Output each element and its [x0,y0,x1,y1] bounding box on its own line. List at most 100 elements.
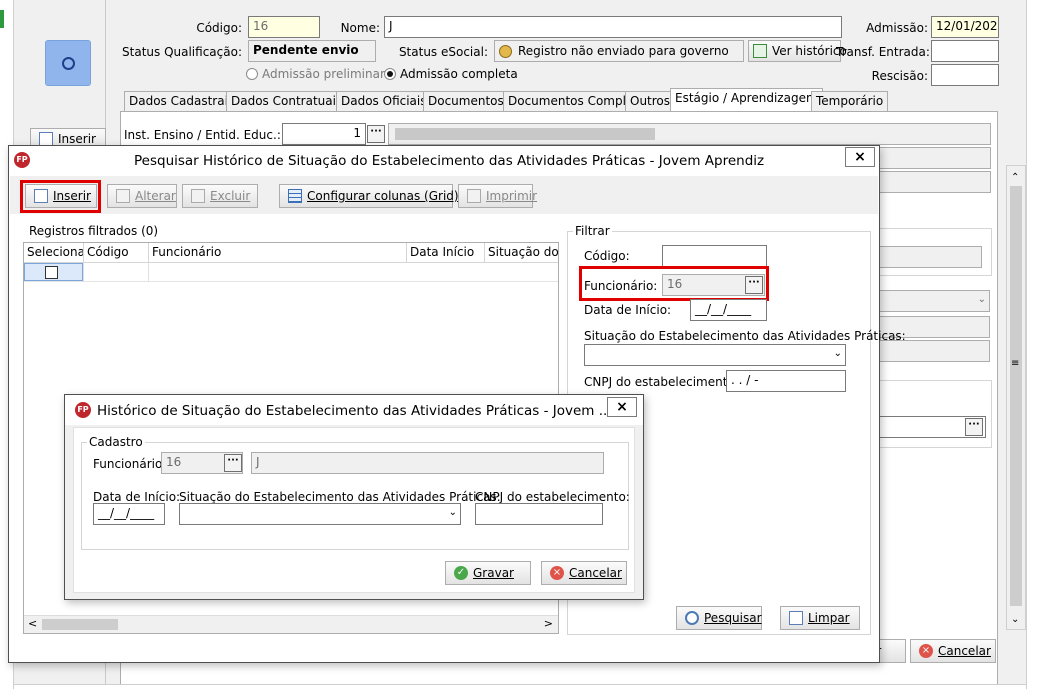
tab-temporario[interactable]: Temporário [811,91,889,111]
inst-ensino-code-field[interactable]: 1 [282,123,366,145]
grid-header: Selecionar Código Funcionário Data Iníci… [24,243,558,263]
grid-columns-icon [288,189,302,203]
filter-funcionario-lookup-button[interactable]: ··· [745,276,763,294]
tab-dados-oficiais[interactable]: Dados Oficiais [336,91,432,111]
hscroll-thumb[interactable] [42,619,118,630]
cadastro-title: Cadastro [87,435,145,449]
configurar-colunas-button[interactable]: Configurar colunas (Grid) [279,184,459,208]
cancel-icon: × [919,644,933,658]
clock-tile[interactable] [45,40,91,86]
eraser-icon [789,611,803,625]
scroll-right-icon: > [543,617,553,630]
status-esocial-label: Status eSocial: [398,45,488,59]
status-qualificacao-field: Pendente envio [248,40,376,62]
nome-label: Nome: [340,21,380,35]
admissao-label: Admissão: [866,21,928,35]
tab-dados-contratuais[interactable]: Dados Contratuais [226,91,348,111]
search-excluir-button[interactable]: Excluir [182,184,258,208]
grid-hscrollbar[interactable]: < > [24,615,558,633]
row-select-cell[interactable] [24,263,83,281]
hist-data-inicio-field[interactable]: __/__/____ [93,503,165,525]
new-document-icon [39,132,53,146]
filter-data-inicio-field[interactable]: __/__/____ [690,299,767,321]
inst-ensino-lookup-button[interactable]: ··· [367,125,385,143]
tab-estagio-aprendizagem[interactable]: Estágio / Aprendizagem [670,88,823,112]
chevron-down-icon: ⌄ [448,507,457,518]
tab-documentos[interactable]: Documentos [423,91,509,111]
outer-scrollbar[interactable]: ⌃ ≡ ⌄ [1006,165,1026,630]
filter-situacao-select[interactable]: ⌄ [584,344,846,366]
filter-situacao-label: Situação do Estabelecimento das Atividad… [584,329,906,343]
col-situacao[interactable]: Situação do E [485,243,558,263]
filter-funcionario-label: Funcionário: [584,279,658,293]
hist-cnpj-label: CNPJ do estabelecimento: [475,490,630,504]
filter-cnpj-label: CNPJ do estabelecimento: [584,375,739,389]
tab-dados-cadastrais[interactable]: Dados Cadastrais [124,91,240,111]
search-inserir-button[interactable]: Inserir [25,184,97,208]
admissao-completa-radio[interactable]: Admissão completa [384,67,518,81]
clock-icon [62,57,75,70]
col-codigo[interactable]: Código [84,243,149,263]
filter-codigo-field[interactable] [662,245,767,267]
hist-situacao-label: Situação do Estabelecimento das Atividad… [179,490,501,504]
edit-document-icon [116,189,130,203]
lookup-right-button[interactable]: ··· [965,418,983,436]
filter-codigo-label: Código: [584,249,630,263]
hist-data-inicio-label: Data de Início: [93,490,181,504]
codigo-field[interactable]: 16 [248,16,320,38]
readonly-field-2 [876,147,991,169]
tab-documentos-compl[interactable]: Documentos Compl. [503,91,635,111]
cancel-icon: × [550,566,564,580]
dropdown-right[interactable]: ⌄ [876,290,990,312]
col-funcionario[interactable]: Funcionário [149,243,407,263]
scroll-thumb[interactable] [1010,186,1022,606]
main-cancelar-button[interactable]: × Cancelar [910,639,996,663]
filter-cnpj-field[interactable]: . . / - [726,370,846,392]
hist-cnpj-field[interactable] [475,503,603,525]
hist-funcionario-label: Funcionário: [93,457,167,471]
status-qualificacao-label: Status Qualificação: [122,45,242,59]
chevron-down-icon: ⌄ [977,294,986,305]
search-alterar-button[interactable]: Alterar [107,184,177,208]
hist-situacao-select[interactable]: ⌄ [179,503,461,525]
hist-funcionario-lookup-button[interactable]: ··· [224,454,242,472]
left-green-mark [0,10,4,28]
scroll-down-icon: ⌄ [1011,614,1020,625]
admissao-field[interactable]: 12/01/2026 [931,16,999,38]
window-bottom-border [14,684,1026,689]
rescisao-field[interactable] [931,64,999,86]
globe-icon [499,44,512,58]
delete-document-icon [191,189,205,203]
col-data-inicio[interactable]: Data Início [407,243,485,263]
ver-historico-button[interactable]: Ver histórico [748,40,847,62]
tab-outros[interactable]: Outros [625,91,676,111]
history-dialog-close-button[interactable]: × [607,397,637,417]
new-document-icon [34,189,48,203]
search-icon [685,611,699,625]
admissao-preliminar-radio[interactable]: Admissão preliminar [246,67,385,81]
check-icon: ✓ [454,566,468,580]
fp-logo-icon: FP [75,402,91,418]
radio-on-icon [384,68,396,80]
filtrar-title: Filtrar [573,224,612,238]
registros-filtrados-label: Registros filtrados (0) [29,224,159,238]
search-dialog-close-button[interactable]: × [845,147,875,167]
select-checkbox[interactable] [45,266,58,279]
limpar-button[interactable]: Limpar [780,606,860,630]
readonly-field-4 [876,246,982,268]
hist-cancelar-button[interactable]: × Cancelar [541,561,627,585]
chevron-down-icon: ⌄ [833,348,842,359]
hist-funcionario-name-field: J [251,452,604,474]
transf-entrada-field[interactable] [931,40,999,62]
redacted-bar [395,128,655,140]
pesquisar-button[interactable]: Pesquisar [676,606,762,630]
transf-entrada-label: Transf. Entrada: [836,45,930,59]
imprimir-button[interactable]: Imprimir [458,184,537,208]
history-icon [753,44,767,58]
inst-ensino-name-field [388,123,991,145]
col-selecionar[interactable]: Selecionar [24,243,84,263]
radio-off-icon [246,68,258,80]
gravar-button[interactable]: ✓ Gravar [445,561,531,585]
nome-field[interactable]: J [384,16,842,38]
table-row[interactable] [24,263,558,282]
